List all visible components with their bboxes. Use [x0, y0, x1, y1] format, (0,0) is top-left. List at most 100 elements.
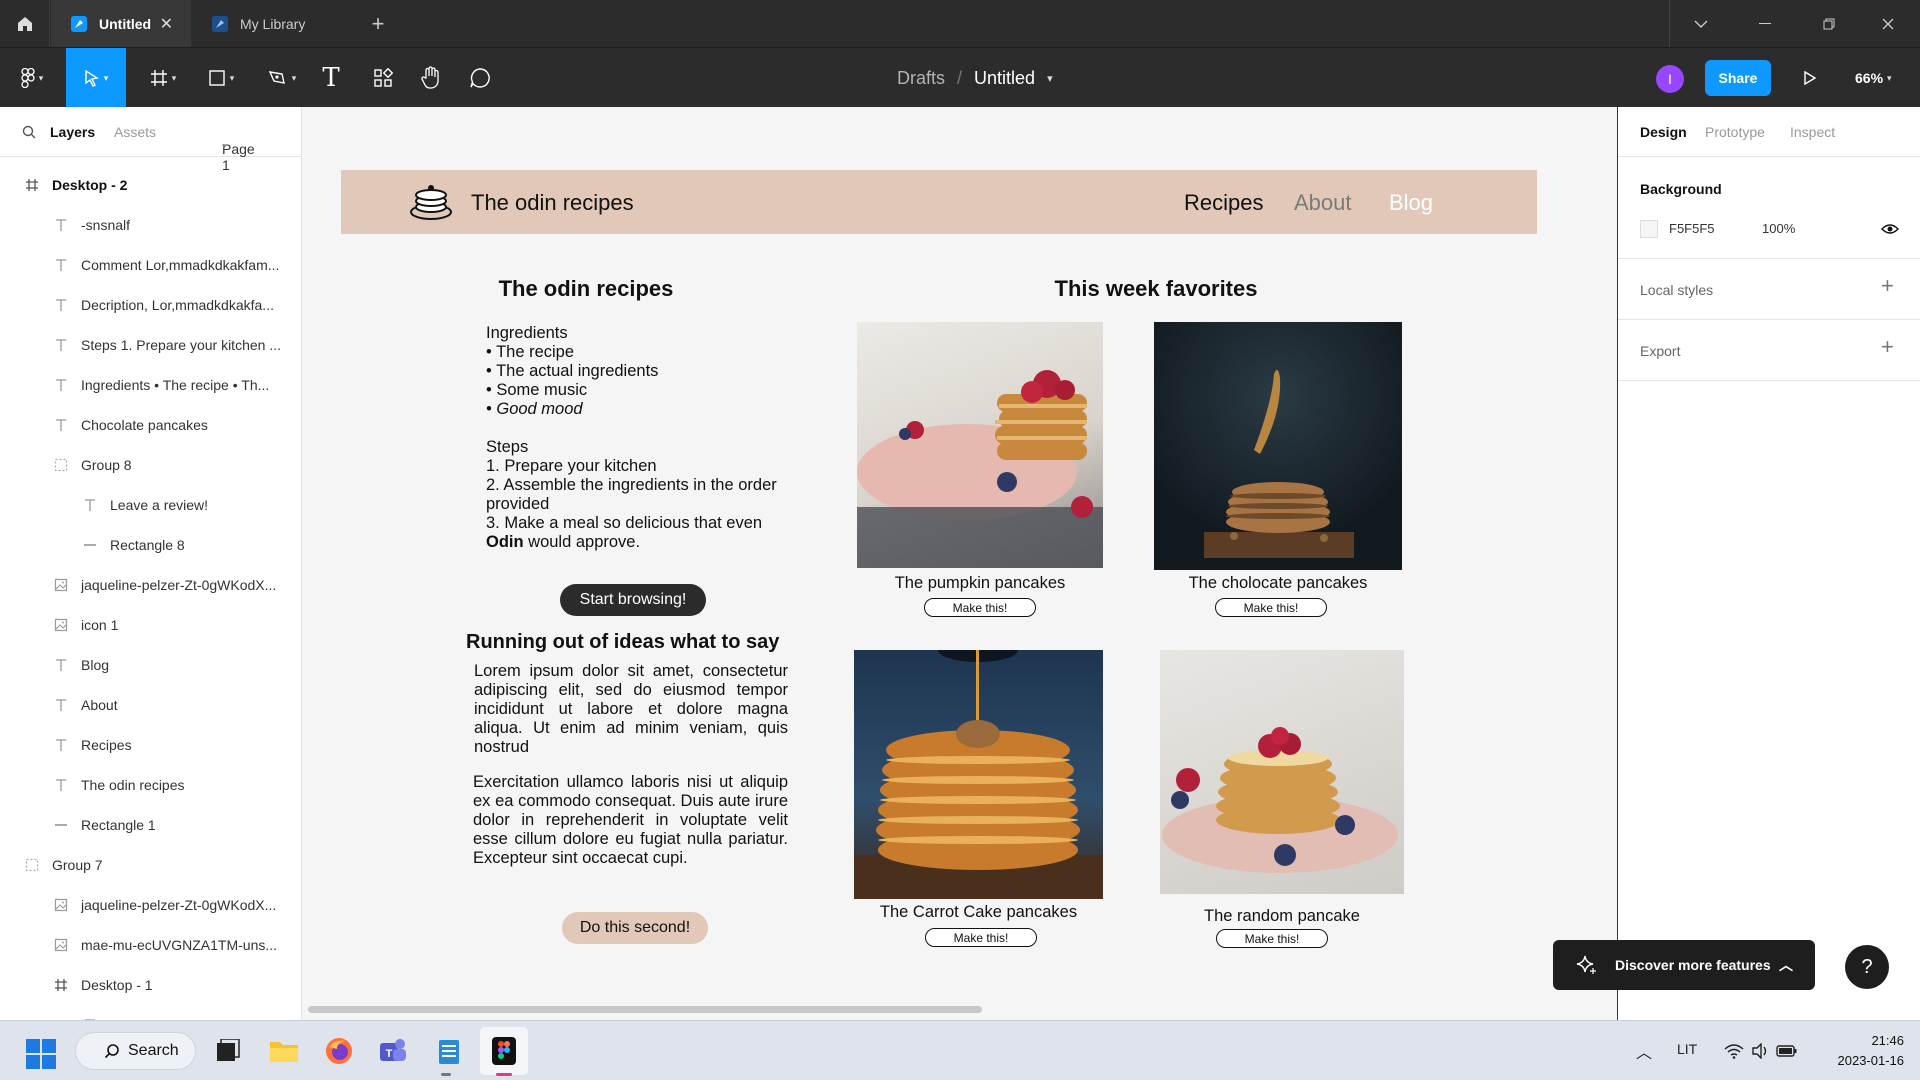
- file-name[interactable]: Untitled: [974, 68, 1035, 89]
- background-swatch[interactable]: [1640, 220, 1658, 238]
- main-menu-button[interactable]: ▾: [10, 48, 54, 108]
- do-this-second-button[interactable]: Do this second!: [562, 912, 708, 944]
- new-tab-plus-icon[interactable]: +: [358, 0, 398, 47]
- wifi-icon[interactable]: [1724, 1043, 1744, 1059]
- right-panel-tabs: Design Prototype Inspect: [1618, 107, 1920, 157]
- layer-row[interactable]: Steps 1. Prepare your kitchen ...: [0, 325, 301, 365]
- tray-chevron-up-icon[interactable]: ︿: [1636, 1039, 1652, 1063]
- search-icon: [104, 1044, 119, 1059]
- layer-row[interactable]: Chocolate pancakes: [0, 405, 301, 445]
- make-this-button[interactable]: Make this!: [1216, 929, 1328, 948]
- layer-row[interactable]: jaqueline-pelzer-Zt-0gWKodX...: [0, 885, 301, 925]
- layer-row[interactable]: Ingredients • The recipe • Th...: [0, 365, 301, 405]
- minimize-icon[interactable]: [1733, 0, 1797, 47]
- tab-my-library[interactable]: My Library: [192, 0, 357, 47]
- close-window-icon[interactable]: [1856, 0, 1920, 47]
- desktop-frame[interactable]: The odin recipes Recipes About Blog The …: [341, 170, 1537, 1000]
- layer-row[interactable]: Group 8: [0, 445, 301, 485]
- nav-about[interactable]: About: [1294, 190, 1352, 216]
- notepad-icon[interactable]: [433, 1035, 465, 1067]
- move-tool[interactable]: ▾: [66, 48, 126, 108]
- tabs-menu-chevron-icon[interactable]: [1669, 0, 1733, 47]
- resources-tool[interactable]: [366, 48, 400, 108]
- text-tool[interactable]: T: [314, 48, 348, 108]
- canvas-horizontal-scrollbar[interactable]: [308, 1006, 982, 1013]
- layer-row[interactable]: Recipes: [0, 725, 301, 765]
- discover-features-toast[interactable]: Discover more features ︿: [1553, 940, 1815, 990]
- make-this-button[interactable]: Make this!: [924, 598, 1036, 617]
- make-this-button[interactable]: Make this!: [1215, 598, 1327, 617]
- avatar[interactable]: I: [1656, 65, 1684, 93]
- nav-blog[interactable]: Blog: [1389, 190, 1433, 216]
- layer-row[interactable]: jaqueline-pelzer-Zt-0gWKodX...: [0, 565, 301, 605]
- firefox-icon[interactable]: [323, 1035, 355, 1067]
- present-button[interactable]: [1795, 48, 1825, 108]
- make-this-button[interactable]: Make this!: [925, 928, 1037, 947]
- layer-row[interactable]: -snsnalf: [0, 205, 301, 245]
- background-opacity[interactable]: 100%: [1762, 221, 1795, 236]
- zoom-control[interactable]: 66% ▾: [1855, 48, 1892, 108]
- nav-recipes[interactable]: Recipes: [1184, 190, 1263, 216]
- layer-row[interactable]: Decription, Lor,mmadkdkakfa...: [0, 285, 301, 325]
- windows-start-icon[interactable]: [26, 1039, 56, 1069]
- step-line: 2. Assemble the ingredients in the order: [486, 476, 777, 494]
- start-browsing-button[interactable]: Start browsing!: [560, 584, 706, 616]
- breadcrumb-drafts[interactable]: Drafts: [897, 68, 945, 89]
- figma-window: Untitled ✕ My Library + ▾ ▾ ▾ ▾ ▾ T Draf…: [0, 0, 1920, 1080]
- tab-prototype[interactable]: Prototype: [1705, 124, 1765, 140]
- layer-row[interactable]: Desktop - 1: [0, 965, 301, 1005]
- volume-icon[interactable]: [1751, 1043, 1769, 1059]
- layer-row[interactable]: The odin recipes: [0, 765, 301, 805]
- layer-row[interactable]: Rectangle 1: [0, 805, 301, 845]
- frame-tool[interactable]: ▾: [138, 48, 188, 108]
- clock[interactable]: 21:46 2023-01-16: [1820, 1031, 1905, 1071]
- toast-chevron-up-icon[interactable]: ︿: [1779, 955, 1793, 975]
- layer-row[interactable]: Leave a review!: [0, 485, 301, 525]
- add-style-plus-icon[interactable]: +: [1881, 273, 1894, 299]
- input-language[interactable]: LIT: [1677, 1041, 1697, 1057]
- layer-row[interactable]: About: [0, 685, 301, 725]
- background-hex[interactable]: F5F5F5: [1669, 221, 1715, 236]
- teams-icon[interactable]: T: [377, 1035, 409, 1067]
- shape-tool[interactable]: ▾: [196, 48, 246, 108]
- layer-row[interactable]: Blog: [0, 645, 301, 685]
- restore-icon[interactable]: [1797, 0, 1861, 47]
- tab-layers[interactable]: Layers: [50, 124, 95, 140]
- eye-icon[interactable]: [1881, 223, 1899, 235]
- taskbar-search[interactable]: Search: [75, 1032, 196, 1070]
- layer-row[interactable]: Exercitation ullamco labo...: [0, 1005, 301, 1020]
- card-caption: The cholocate pancakes: [1188, 574, 1368, 592]
- site-header: The odin recipes Recipes About Blog: [341, 170, 1537, 234]
- pen-tool[interactable]: ▾: [257, 48, 307, 108]
- text-layer-icon: [53, 417, 69, 433]
- tab-assets[interactable]: Assets: [114, 124, 156, 140]
- chocolate-pancakes-photo: [1154, 322, 1402, 570]
- figma-taskbar-icon[interactable]: [480, 1027, 528, 1075]
- share-button[interactable]: Share: [1705, 60, 1771, 96]
- comment-tool[interactable]: [463, 48, 497, 108]
- battery-icon[interactable]: [1776, 1043, 1798, 1059]
- home-button[interactable]: [0, 0, 50, 47]
- search-icon[interactable]: [22, 125, 36, 139]
- layer-row[interactable]: mae-mu-ecUVGNZA1TM-uns...: [0, 925, 301, 965]
- layer-name: -snsnalf: [81, 217, 131, 233]
- help-button[interactable]: ?: [1845, 945, 1889, 989]
- favorites-title: This week favorites: [1054, 276, 1258, 301]
- layer-row[interactable]: icon 1: [0, 605, 301, 645]
- layer-row[interactable]: Comment Lor,mmadkdkakfam...: [0, 245, 301, 285]
- tab-design[interactable]: Design: [1640, 124, 1687, 140]
- background-label: Background: [1640, 181, 1722, 197]
- pen-icon: [268, 71, 285, 84]
- layer-row[interactable]: Group 7: [0, 845, 301, 885]
- sparkle-icon: [1576, 955, 1596, 974]
- add-export-plus-icon[interactable]: +: [1881, 334, 1894, 360]
- close-tab-icon[interactable]: ✕: [160, 14, 173, 34]
- task-view-icon[interactable]: [212, 1035, 244, 1067]
- tab-inspect[interactable]: Inspect: [1790, 124, 1835, 140]
- layer-row[interactable]: Rectangle 8: [0, 525, 301, 565]
- file-explorer-icon[interactable]: [268, 1035, 300, 1067]
- hand-tool[interactable]: [414, 48, 448, 108]
- layer-row[interactable]: Desktop - 2: [0, 165, 301, 205]
- tab-untitled[interactable]: Untitled ✕: [51, 0, 191, 47]
- file-menu-chevron-icon[interactable]: ▾: [1047, 72, 1053, 85]
